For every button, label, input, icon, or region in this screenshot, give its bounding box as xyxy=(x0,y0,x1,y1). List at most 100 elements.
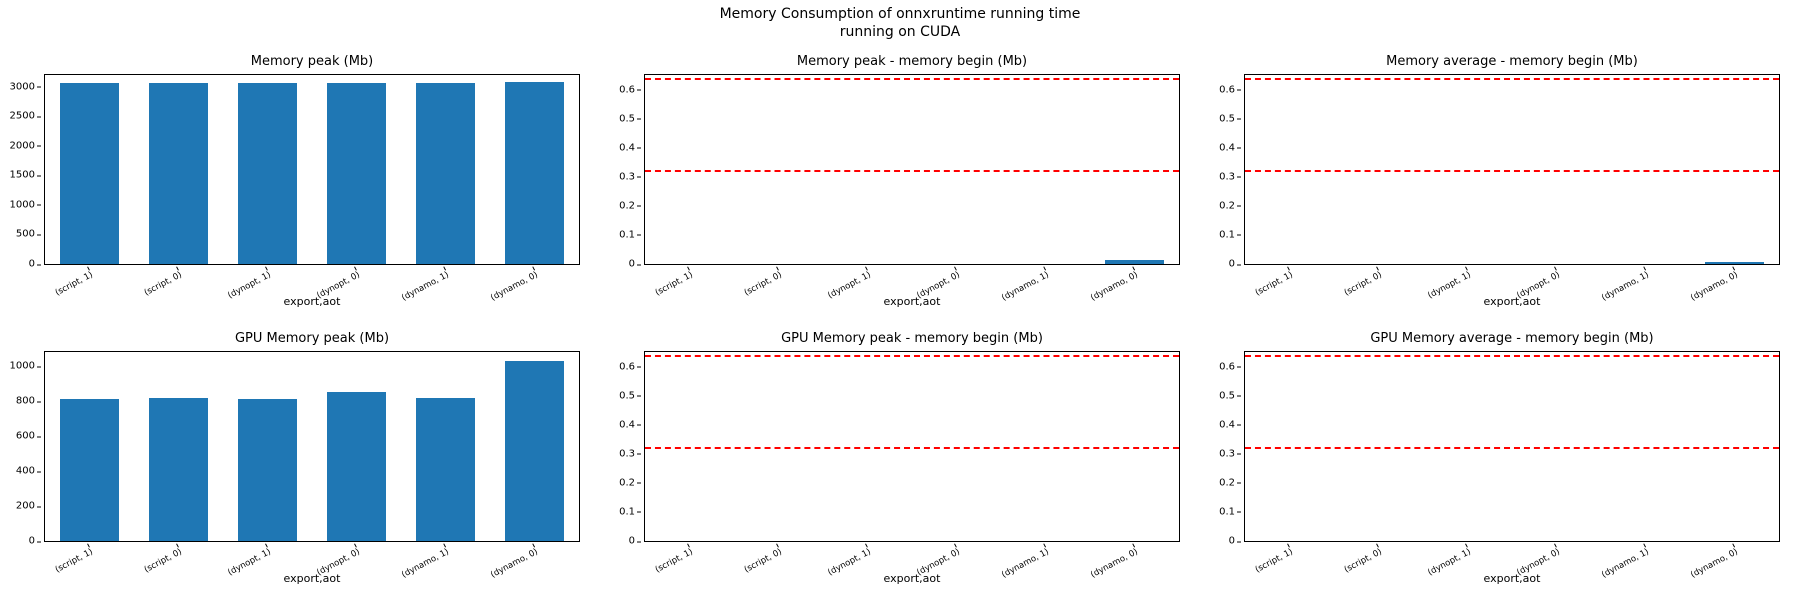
subplot-0-memory-peak: Memory peak (Mb) 05001000150020002500300… xyxy=(0,46,600,323)
y-tick-label: 800 xyxy=(16,396,35,407)
plot-area: 00.10.20.30.40.50.6(script, 1)(script, 0… xyxy=(644,351,1180,542)
suptitle-line1: Memory Consumption of onnxruntime runnin… xyxy=(720,6,1081,22)
bar xyxy=(505,82,564,264)
plot-area: 00.10.20.30.40.50.6(script, 1)(script, 0… xyxy=(1244,74,1780,265)
x-tick-label: (script, 0) xyxy=(1342,547,1383,575)
y-tick-label: 600 xyxy=(16,431,35,442)
y-tick-label: 0.2 xyxy=(619,200,635,211)
bar xyxy=(416,398,475,541)
y-tick-label: 0 xyxy=(1229,536,1235,547)
x-axis-label: export,aot xyxy=(1245,295,1779,308)
y-tick-label: 200 xyxy=(16,501,35,512)
bar xyxy=(60,399,119,541)
x-tick-label: (script, 0) xyxy=(742,547,783,575)
bar-slot xyxy=(312,75,401,264)
x-tick-label: (script, 1) xyxy=(53,547,94,575)
bar xyxy=(149,398,208,541)
subplot-title: Memory peak (Mb) xyxy=(44,54,580,70)
plot-area: 00.10.20.30.40.50.6(script, 1)(script, 0… xyxy=(644,74,1180,265)
y-tick-label: 0.6 xyxy=(1219,84,1235,95)
y-tick-label: 0.5 xyxy=(1219,113,1235,124)
y-tick-label: 0.6 xyxy=(1219,361,1235,372)
x-tick-label: (script, 1) xyxy=(653,270,694,298)
bar-slot xyxy=(312,352,401,541)
x-axis-label: export,aot xyxy=(1245,572,1779,585)
bar-slot xyxy=(223,352,312,541)
x-tick-label: (script, 1) xyxy=(53,270,94,298)
y-tick-label: 0.1 xyxy=(619,229,635,240)
x-axis-label: export,aot xyxy=(45,572,579,585)
y-tick-label: 0 xyxy=(29,259,35,270)
x-axis-label: export,aot xyxy=(45,295,579,308)
bars-container xyxy=(45,352,579,541)
plot-area: 02004006008001000(script, 1)(script, 0)(… xyxy=(44,351,580,542)
bar xyxy=(327,83,386,264)
subplot-2-memory-avg-minus-begin: Memory average - memory begin (Mb) 00.10… xyxy=(1200,46,1800,323)
bar-slot xyxy=(401,75,490,264)
bar-slot xyxy=(45,352,134,541)
y-tick-label: 0.3 xyxy=(1219,448,1235,459)
reference-line xyxy=(1245,355,1779,357)
subplot-row-0: Memory peak (Mb) 05001000150020002500300… xyxy=(0,46,1800,323)
figure-suptitle: Memory Consumption of onnxruntime runnin… xyxy=(0,6,1800,41)
y-tick-label: 0 xyxy=(1229,259,1235,270)
y-tick-label: 0.4 xyxy=(619,142,635,153)
y-tick-label: 1500 xyxy=(10,170,35,181)
subplot-title: GPU Memory average - memory begin (Mb) xyxy=(1244,331,1780,347)
x-tick-label: (script, 0) xyxy=(742,270,783,298)
bar xyxy=(149,83,208,264)
bar-slot xyxy=(134,352,223,541)
subplot-1-memory-peak-minus-begin: Memory peak - memory begin (Mb) 00.10.20… xyxy=(600,46,1200,323)
y-tick-label: 3000 xyxy=(10,81,35,92)
y-tick-label: 0.5 xyxy=(619,113,635,124)
bar-slot xyxy=(134,75,223,264)
bars-container xyxy=(45,75,579,264)
x-tick-label: (script, 1) xyxy=(653,547,694,575)
reference-line xyxy=(645,355,1179,357)
y-tick-label: 0.6 xyxy=(619,84,635,95)
y-tick-label: 0.6 xyxy=(619,361,635,372)
x-tick-label: (script, 1) xyxy=(1253,547,1294,575)
x-axis-label: export,aot xyxy=(645,295,1179,308)
reference-line xyxy=(1245,170,1779,172)
y-tick-label: 0.1 xyxy=(619,506,635,517)
y-tick-label: 0 xyxy=(629,259,635,270)
y-tick-label: 2000 xyxy=(10,140,35,151)
subplot-4-gpu-memory-peak-minus-begin: GPU Memory peak - memory begin (Mb) 00.1… xyxy=(600,323,1200,600)
x-tick-label: (script, 1) xyxy=(1253,270,1294,298)
y-tick-label: 0 xyxy=(629,536,635,547)
y-tick-label: 0.1 xyxy=(1219,229,1235,240)
bar xyxy=(1705,262,1764,264)
y-tick-label: 1000 xyxy=(10,199,35,210)
bar xyxy=(238,83,297,264)
y-tick-label: 0.4 xyxy=(619,419,635,430)
subplot-3-gpu-memory-peak: GPU Memory peak (Mb) 02004006008001000(s… xyxy=(0,323,600,600)
y-tick-label: 0.5 xyxy=(1219,390,1235,401)
reference-line xyxy=(1245,78,1779,80)
bar-slot xyxy=(490,75,579,264)
plot-area: 050010001500200025003000(script, 1)(scri… xyxy=(44,74,580,265)
y-tick-label: 0 xyxy=(29,536,35,547)
y-tick-label: 0.3 xyxy=(619,448,635,459)
bar-slot xyxy=(45,75,134,264)
bar xyxy=(416,83,475,264)
bar xyxy=(60,83,119,264)
x-tick-label: (script, 0) xyxy=(142,547,183,575)
subplot-title: Memory peak - memory begin (Mb) xyxy=(644,54,1180,70)
y-tick-label: 0.3 xyxy=(1219,171,1235,182)
bar xyxy=(505,361,564,541)
reference-line xyxy=(645,447,1179,449)
y-tick-label: 0.4 xyxy=(1219,142,1235,153)
subplot-title: GPU Memory peak (Mb) xyxy=(44,331,580,347)
subplot-title: GPU Memory peak - memory begin (Mb) xyxy=(644,331,1180,347)
y-tick-label: 0.2 xyxy=(1219,477,1235,488)
subplot-title: Memory average - memory begin (Mb) xyxy=(1244,54,1780,70)
x-tick-label: (script, 0) xyxy=(1342,270,1383,298)
plot-area: 00.10.20.30.40.50.6(script, 1)(script, 0… xyxy=(1244,351,1780,542)
bar xyxy=(1105,260,1164,264)
y-tick-label: 0.3 xyxy=(619,171,635,182)
bar xyxy=(327,392,386,541)
subplot-grid: Memory peak (Mb) 05001000150020002500300… xyxy=(0,46,1800,600)
reference-line xyxy=(645,78,1179,80)
y-tick-label: 400 xyxy=(16,466,35,477)
